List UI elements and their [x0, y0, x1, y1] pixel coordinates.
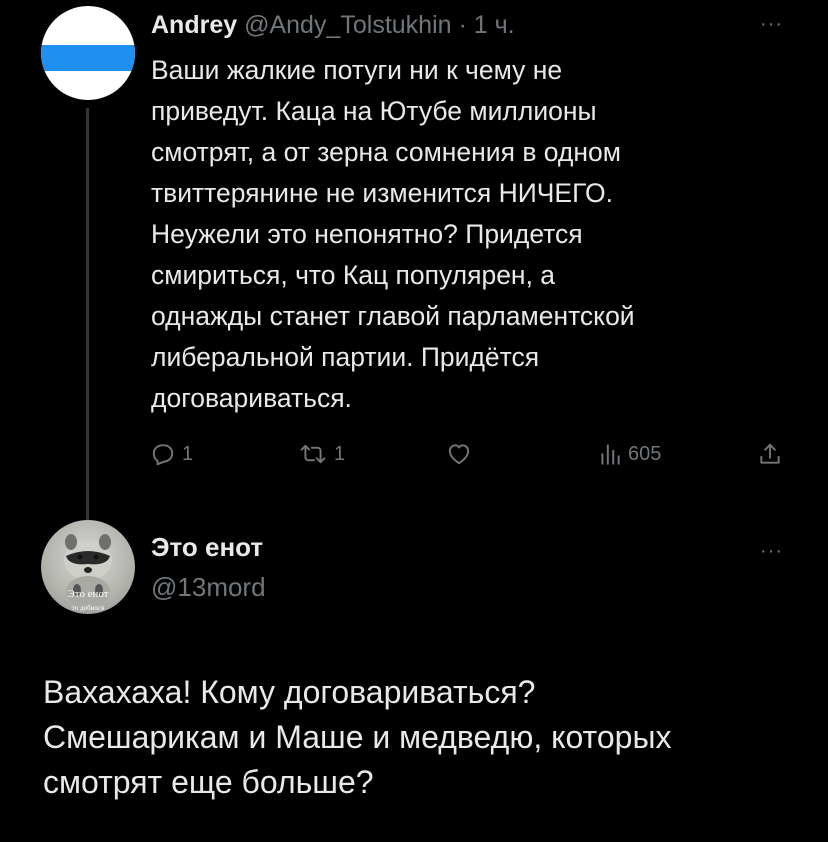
views-count: 605: [628, 442, 662, 465]
author-avatar[interactable]: [41, 6, 135, 100]
author-name[interactable]: Andrey: [151, 11, 237, 39]
more-options-icon[interactable]: ···: [760, 14, 783, 34]
tweet-text: Ваши жалкие потуги ни к чему не приведут…: [151, 55, 635, 413]
retweet-count: 1: [334, 442, 346, 465]
tweet-timestamp[interactable]: 1 ч.: [474, 11, 515, 39]
views-button[interactable]: 605: [598, 436, 661, 472]
like-button[interactable]: [445, 436, 479, 472]
reply-count: 1: [182, 442, 194, 465]
retweet-icon: [300, 444, 326, 464]
views-icon: [601, 444, 620, 465]
retweet-button[interactable]: 1: [298, 436, 345, 472]
avatar-subcaption: то добился: [71, 604, 105, 612]
tweet-header: Andrey @Andy_Tolstukhin · 1 ч.: [151, 10, 515, 40]
flag-stripe: [41, 45, 135, 71]
reply-more-options-icon[interactable]: ···: [760, 541, 783, 561]
like-icon: [448, 444, 470, 465]
tweet-actions: 1 1 605: [0, 436, 828, 472]
reply-author-handle[interactable]: @13mord: [151, 571, 266, 603]
share-icon: [760, 443, 780, 464]
share-button[interactable]: [757, 436, 783, 472]
avatar-caption: Это енот: [67, 588, 109, 600]
reply-button[interactable]: 1: [150, 436, 193, 472]
raccoon-avatar[interactable]: Это енот то добился: [41, 520, 135, 614]
reply-author-name[interactable]: Это енот: [151, 531, 263, 563]
reply-tweet-text: Вахахаха! Кому договариваться? Смешарика…: [43, 674, 672, 800]
separator-dot: ·: [458, 11, 467, 39]
reply-icon: [152, 444, 174, 466]
author-handle[interactable]: @Andy_Tolstukhin: [244, 11, 451, 39]
